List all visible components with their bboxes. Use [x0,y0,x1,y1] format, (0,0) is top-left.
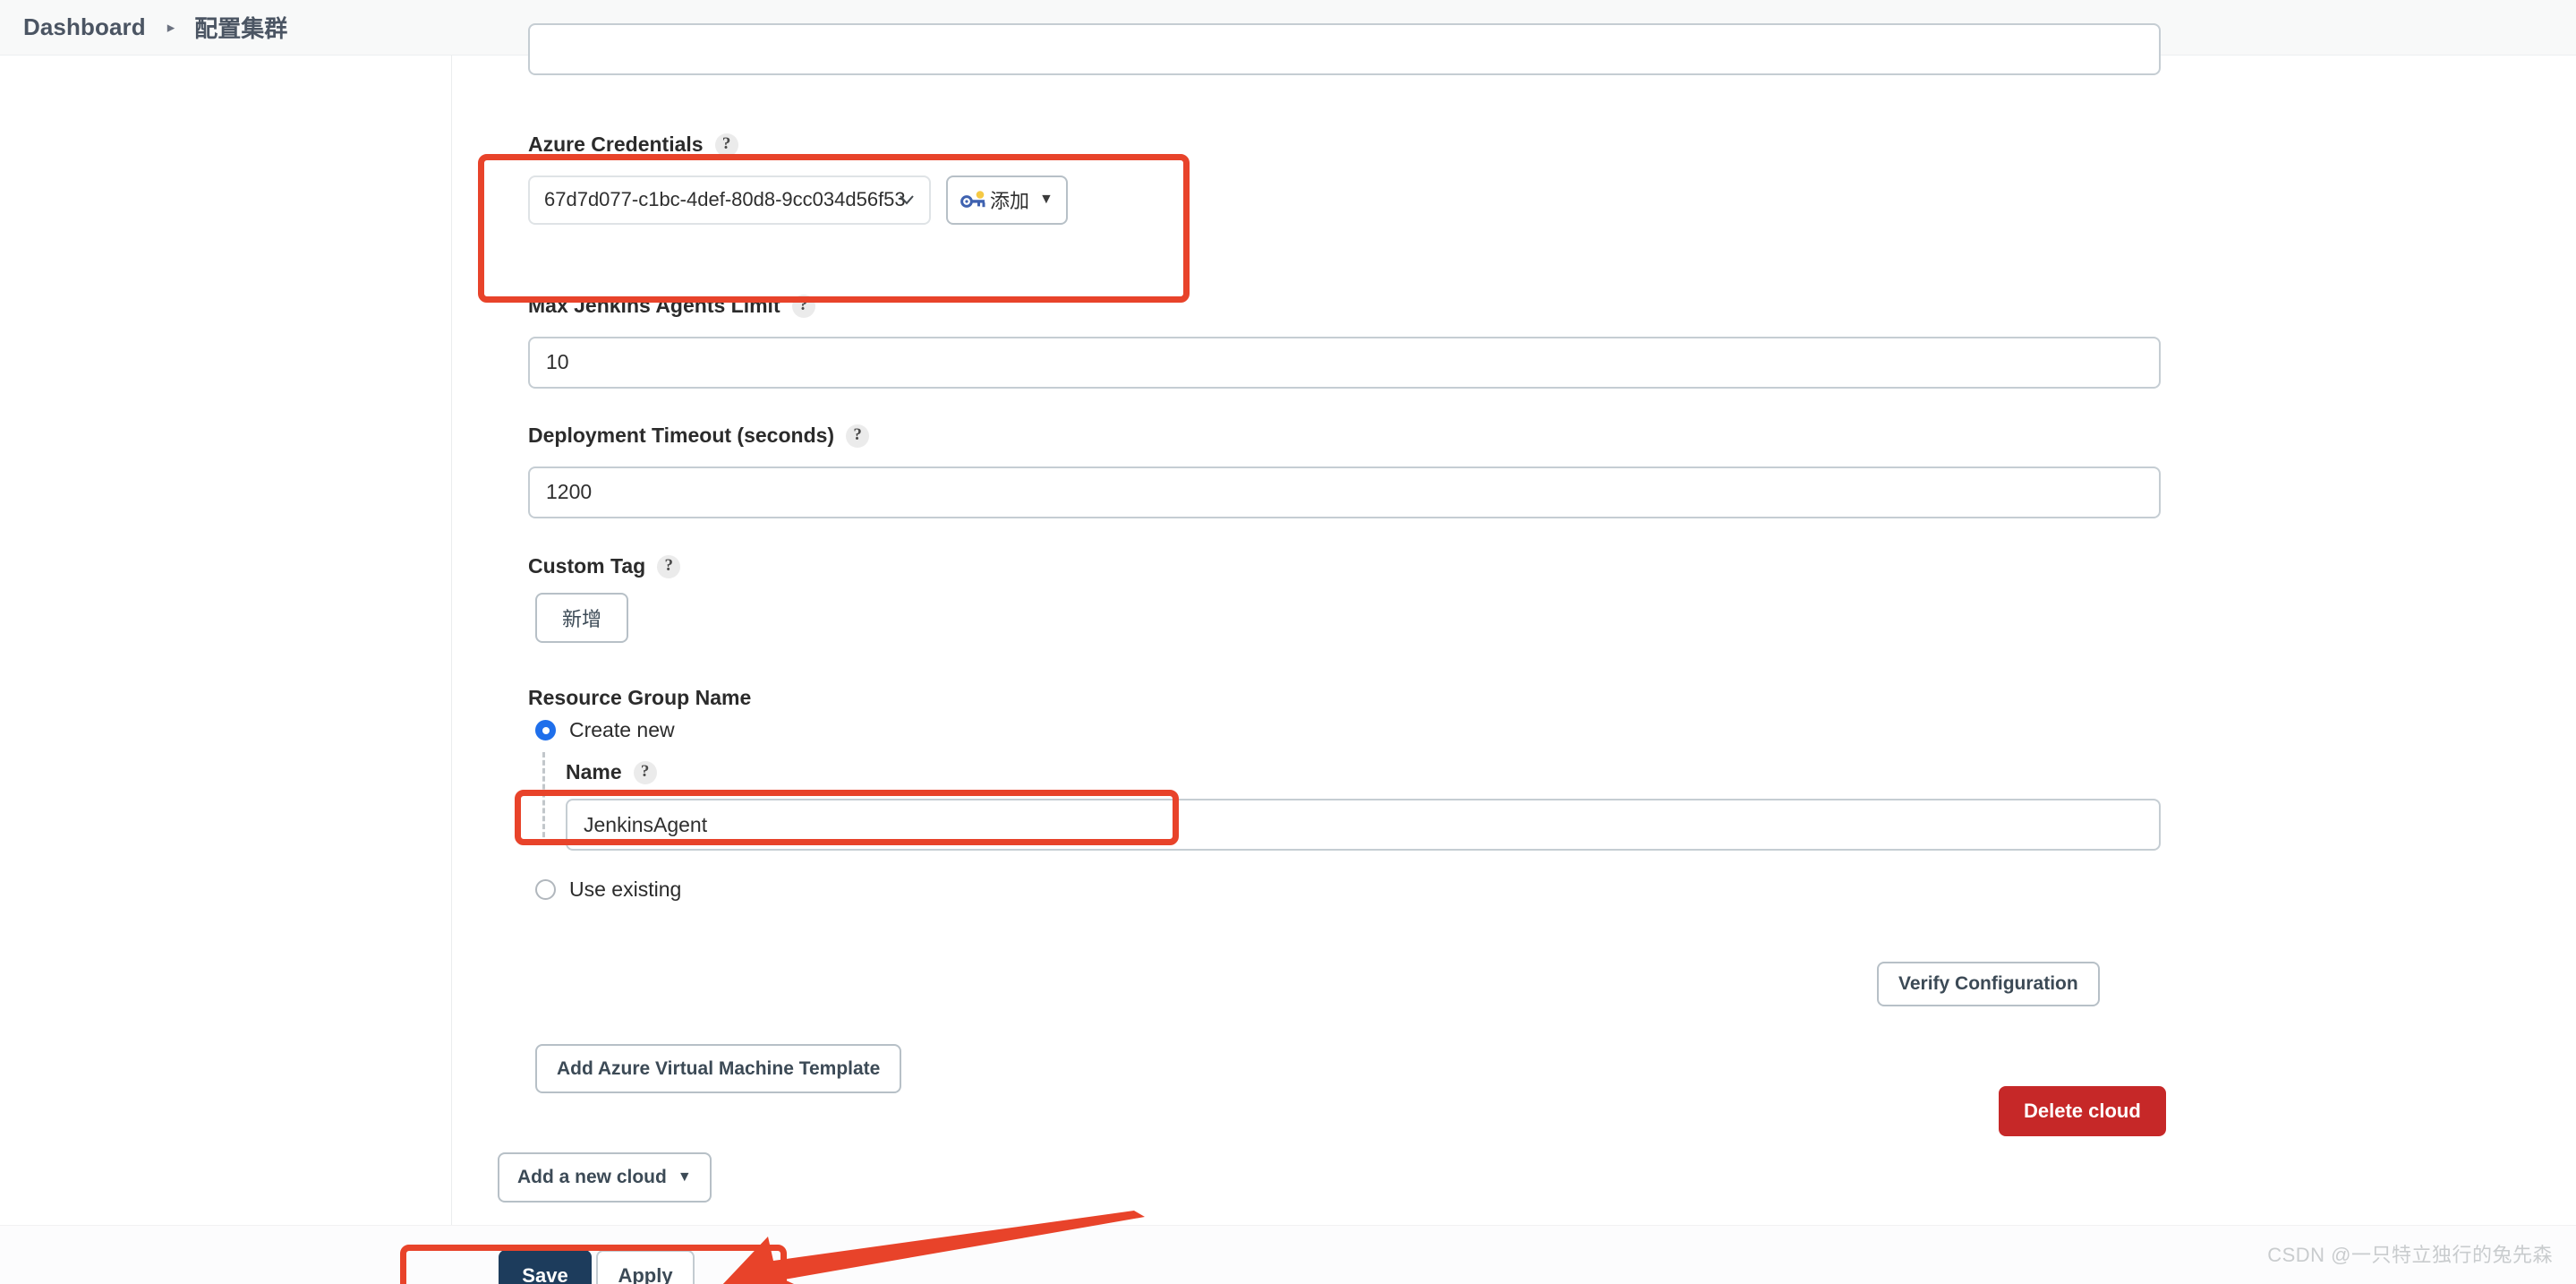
deployment-timeout-input[interactable] [528,466,2161,518]
apply-button[interactable]: Apply [596,1250,695,1284]
radio-create-new-indicator[interactable] [535,720,556,740]
help-icon[interactable]: ? [791,294,815,318]
custom-tag-label-text: Custom Tag [528,554,646,578]
breadcrumb-separator-icon: ▸ [166,19,175,36]
key-icon [960,191,985,208]
column-divider [451,56,452,1228]
max-agents-input[interactable] [528,336,2161,389]
azure-credentials-field: Azure Credentials ? 67d7d077-c1bc-4def-8… [528,133,1068,225]
custom-tag-add-button[interactable]: 新增 [535,593,628,643]
add-credentials-button[interactable]: 添加 ▼ [946,175,1068,225]
breadcrumb-current[interactable]: 配置集群 [194,11,287,44]
resource-group-name-label-text: Name [566,760,622,783]
radio-create-new[interactable]: Create new [535,718,675,742]
caret-down-icon: ▼ [1039,192,1053,208]
max-agents-label-text: Max Jenkins Agents Limit [528,294,780,317]
add-a-new-cloud-button[interactable]: Add a new cloud ▼ [498,1152,712,1203]
azure-credentials-label: Azure Credentials ? [528,133,1068,158]
azure-credentials-selected-value: 67d7d077-c1bc-4def-80d8-9cc034d56f53 [544,188,906,211]
deployment-timeout-label-text: Deployment Timeout (seconds) [528,424,835,447]
form-footer-actions: Save Apply [499,1250,695,1284]
delete-cloud-button[interactable]: Delete cloud [1999,1086,2166,1136]
csdn-watermark: CSDN @一只特立独行的兔先森 [2267,1244,2553,1266]
radio-use-existing[interactable]: Use existing [535,877,681,902]
azure-credentials-select[interactable]: 67d7d077-c1bc-4def-80d8-9cc034d56f53 [528,175,931,225]
radio-use-existing-indicator[interactable] [535,879,556,900]
page-body: Azure Credentials ? 67d7d077-c1bc-4def-8… [0,23,2576,1284]
footer-band [0,1226,2576,1284]
custom-tag-field: Custom Tag ? [528,554,681,579]
nested-field-guideline [542,752,545,845]
breadcrumb-dashboard[interactable]: Dashboard [23,13,146,41]
caret-down-icon: ▼ [677,1169,692,1185]
azure-credentials-label-text: Azure Credentials [528,133,704,156]
add-a-new-cloud-label: Add a new cloud [517,1167,667,1187]
add-azure-vm-template-button[interactable]: Add Azure Virtual Machine Template [535,1044,902,1093]
resource-group-name-input[interactable] [566,799,2161,851]
max-agents-field: Max Jenkins Agents Limit ? [528,294,2161,389]
previous-field-input-partial[interactable] [528,23,2161,75]
radio-use-existing-label: Use existing [569,877,682,901]
chevron-down-icon [900,195,914,205]
deployment-timeout-label: Deployment Timeout (seconds) ? [528,424,2161,449]
resource-group-title: Resource Group Name [528,686,752,709]
save-button[interactable]: Save [499,1250,592,1284]
custom-tag-label: Custom Tag ? [528,554,681,579]
deployment-timeout-field: Deployment Timeout (seconds) ? [528,424,2161,518]
max-agents-label: Max Jenkins Agents Limit ? [528,294,2161,319]
resource-group-name-label: Name ? [566,760,657,785]
help-icon[interactable]: ? [846,424,870,448]
azure-credentials-controls: 67d7d077-c1bc-4def-80d8-9cc034d56f53 添加 … [528,175,1068,225]
verify-configuration-button[interactable]: Verify Configuration [1877,962,2100,1006]
help-icon[interactable]: ? [714,133,738,157]
radio-create-new-label: Create new [569,718,675,741]
add-credentials-label: 添加 [990,190,1030,213]
help-icon[interactable]: ? [657,554,681,578]
help-icon[interactable]: ? [633,760,657,784]
